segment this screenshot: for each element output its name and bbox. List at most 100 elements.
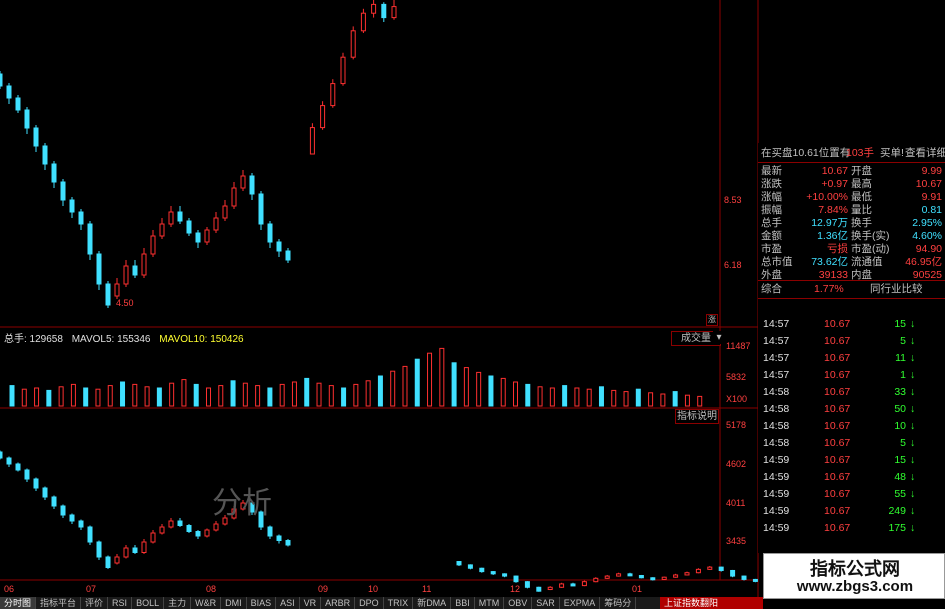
buy-button[interactable]: 买单! bbox=[880, 147, 904, 160]
trade-time: 14:59 bbox=[763, 454, 790, 466]
volume-bar bbox=[427, 352, 433, 407]
price-candle bbox=[168, 211, 174, 225]
indicator-help-button[interactable]: 指标说明 bbox=[675, 409, 719, 424]
trade-row: 14:58 10.67 5 ↓ bbox=[758, 437, 945, 450]
tab-indicator[interactable]: MTM bbox=[475, 597, 505, 609]
indicator-candle bbox=[638, 575, 644, 579]
price-candle bbox=[285, 250, 291, 261]
quote-label: 最低 bbox=[851, 191, 872, 203]
trade-row: 14:57 10.67 1 ↓ bbox=[758, 369, 945, 382]
down-arrow-icon: ↓ bbox=[910, 437, 916, 449]
trade-row: 14:59 10.67 48 ↓ bbox=[758, 471, 945, 484]
quote-value: 46.95亿 bbox=[905, 256, 942, 268]
price-candles bbox=[0, 0, 397, 308]
tab-indicator[interactable]: SAR bbox=[532, 597, 560, 609]
trade-price: 10.67 bbox=[824, 505, 851, 517]
price-candle bbox=[258, 193, 264, 225]
quote-row: 涨幅 +10.00% 最低 9.91 bbox=[758, 191, 945, 204]
price-candle bbox=[309, 127, 315, 155]
tab-indicator[interactable]: ARBR bbox=[321, 597, 356, 609]
quote-label: 涨幅 bbox=[761, 191, 782, 203]
down-arrow-icon: ↓ bbox=[910, 369, 916, 381]
trade-volume: 5 bbox=[900, 437, 906, 449]
price-candle bbox=[69, 199, 75, 213]
price-low-label: 4.50 bbox=[116, 298, 134, 308]
tab-indicator[interactable]: 评价 bbox=[81, 597, 109, 609]
volume-bar bbox=[34, 387, 40, 407]
trade-price: 10.67 bbox=[824, 369, 851, 381]
volume-bar bbox=[46, 389, 52, 407]
price-candle bbox=[340, 56, 346, 85]
volume-bar bbox=[488, 375, 494, 407]
quote-panel: 在买盘10.61位置有 103手 买单! 查看详细 最新 10.67 开盘 9.99 涨… bbox=[758, 143, 945, 553]
price-candle bbox=[320, 105, 326, 129]
quote-label: 换手 bbox=[851, 217, 872, 229]
trade-time: 14:57 bbox=[763, 335, 790, 347]
tab-indicator[interactable]: 分时图 bbox=[0, 597, 37, 609]
indicator-candle bbox=[168, 520, 174, 528]
tab-indicator[interactable]: EXPMA bbox=[560, 597, 601, 609]
quote-row: 总手 12.97万 换手 2.95% bbox=[758, 217, 945, 230]
industry-compare-button[interactable]: 同行业比较 bbox=[870, 283, 923, 296]
price-tick: 6.18 bbox=[724, 260, 742, 270]
quote-value: +0.97 bbox=[821, 178, 848, 190]
tab-indicator[interactable]: 主力 bbox=[164, 597, 192, 609]
indicator-candle bbox=[650, 577, 656, 581]
volume-bar bbox=[586, 388, 592, 407]
quote-value: 12.97万 bbox=[811, 217, 848, 229]
tab-indicator[interactable]: BBI bbox=[451, 597, 475, 609]
price-candle bbox=[204, 229, 210, 243]
indicator-candle bbox=[581, 581, 587, 587]
detail-link[interactable]: 查看详细 bbox=[905, 147, 945, 160]
trade-volume: 11 bbox=[895, 352, 906, 364]
tab-indicator[interactable]: BIAS bbox=[247, 597, 277, 609]
quote-value: 73.62亿 bbox=[811, 256, 848, 268]
tab-indicator[interactable]: 筹码分 bbox=[600, 597, 637, 609]
indicator-candle bbox=[15, 463, 21, 471]
trade-row: 14:58 10.67 50 ↓ bbox=[758, 403, 945, 416]
volume-bar bbox=[70, 383, 76, 407]
indicator-candle bbox=[479, 567, 485, 573]
time-tick: 12 bbox=[510, 584, 520, 594]
price-candle bbox=[87, 223, 93, 255]
trade-row: 14:58 10.67 33 ↓ bbox=[758, 386, 945, 399]
quote-value: 94.90 bbox=[915, 243, 942, 255]
volume-bar bbox=[218, 385, 224, 407]
tab-indicator[interactable]: RSI bbox=[108, 597, 133, 609]
tab-indicator[interactable]: DPO bbox=[355, 597, 384, 609]
volume-bar bbox=[58, 386, 64, 407]
tab-indicator[interactable]: TRIX bbox=[384, 597, 414, 609]
indicator-candle bbox=[105, 556, 111, 568]
tab-indicator[interactable]: 新DMA bbox=[413, 597, 452, 609]
trade-time: 14:59 bbox=[763, 522, 790, 534]
tab-indicator[interactable]: 指标平台 bbox=[36, 597, 82, 609]
price-candle bbox=[78, 211, 84, 225]
trade-row: 14:59 10.67 15 ↓ bbox=[758, 454, 945, 467]
bid-header: 在买盘10.61位置有 103手 买单! 查看详细 bbox=[758, 147, 945, 160]
volume-bar bbox=[328, 385, 334, 407]
tab-indicator[interactable]: BOLL bbox=[132, 597, 165, 609]
tab-indicator[interactable]: W&R bbox=[191, 597, 222, 609]
volume-bar bbox=[611, 389, 617, 407]
trade-time: 14:58 bbox=[763, 403, 790, 415]
indicator-candle bbox=[33, 478, 39, 489]
volume-bar bbox=[414, 358, 420, 407]
quote-value: 9.99 bbox=[921, 165, 942, 177]
price-candle bbox=[51, 163, 57, 183]
tab-indicator[interactable]: OBV bbox=[504, 597, 533, 609]
tab-indicator[interactable]: VR bbox=[300, 597, 322, 609]
chevron-down-icon[interactable]: ▾ bbox=[713, 331, 725, 344]
volume-tick: X100 bbox=[726, 394, 747, 404]
index-ticker[interactable]: 上证指数翻阳 bbox=[660, 597, 763, 609]
down-arrow-icon: ↓ bbox=[910, 471, 916, 483]
tab-indicator[interactable]: ASI bbox=[276, 597, 300, 609]
price-candle bbox=[267, 223, 273, 243]
volume-bar bbox=[463, 367, 469, 407]
trade-time: 14:57 bbox=[763, 369, 790, 381]
price-candle bbox=[222, 205, 228, 219]
trade-row: 14:59 10.67 55 ↓ bbox=[758, 488, 945, 501]
indicator-candle bbox=[24, 469, 30, 480]
quote-label: 金额 bbox=[761, 230, 782, 242]
tab-indicator[interactable]: DMI bbox=[221, 597, 247, 609]
volume-bar bbox=[562, 385, 568, 407]
